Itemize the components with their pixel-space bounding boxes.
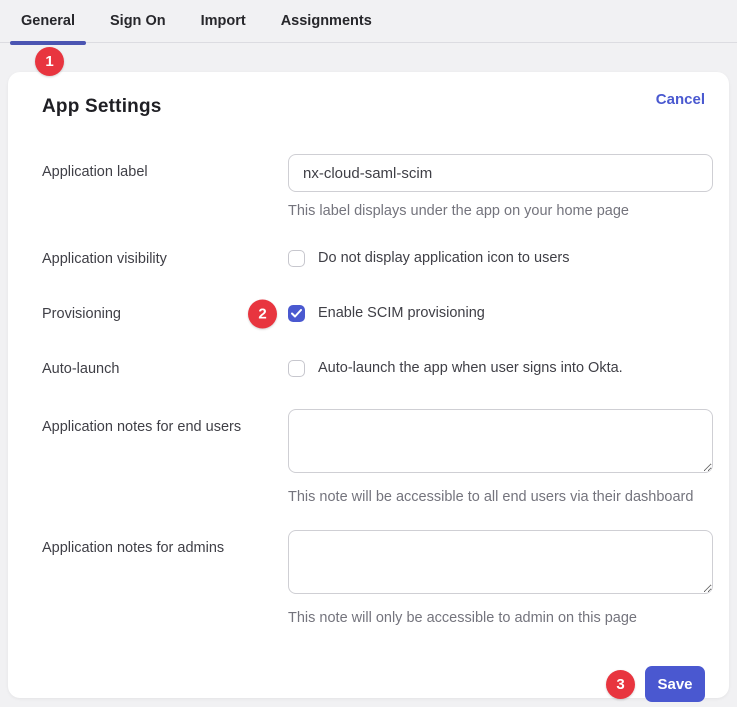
save-row: 3 Save (34, 666, 705, 702)
application-label-label: Application label (42, 154, 288, 181)
app-settings-card: App Settings Cancel Application label Th… (8, 72, 729, 698)
row-application-label: Application label This label displays un… (34, 154, 705, 220)
annotation-badge-3: 3 (606, 670, 635, 699)
row-application-visibility: Application visibility Do not display ap… (34, 250, 705, 268)
save-button[interactable]: Save (645, 666, 705, 702)
auto-launch-label: Auto-launch (42, 360, 288, 378)
notes-end-users-helper: This note will be accessible to all end … (288, 488, 713, 506)
row-auto-launch: Auto-launch Auto-launch the app when use… (34, 360, 705, 378)
tab-sign-on[interactable]: Sign On (99, 0, 177, 43)
visibility-checkbox[interactable] (288, 250, 305, 267)
page-title: App Settings (42, 96, 162, 118)
provisioning-option-label: Enable SCIM provisioning (318, 305, 485, 322)
notes-end-users-label: Application notes for end users (42, 409, 288, 436)
notes-admins-label: Application notes for admins (42, 530, 288, 557)
tab-import[interactable]: Import (190, 0, 257, 43)
cancel-link[interactable]: Cancel (656, 91, 705, 108)
tab-bar: General Sign On Import Assignments (0, 0, 737, 43)
provisioning-checkbox[interactable] (288, 305, 305, 322)
tab-general[interactable]: General (10, 0, 86, 43)
notes-admins-helper: This note will only be accessible to adm… (288, 609, 713, 627)
notes-end-users-textarea[interactable] (288, 409, 713, 473)
row-notes-end-users: Application notes for end users This not… (34, 409, 705, 506)
application-label-input[interactable] (288, 154, 713, 192)
annotation-badge-2: 2 (248, 299, 277, 328)
checkmark-icon (291, 309, 302, 318)
auto-launch-option-label: Auto-launch the app when user signs into… (318, 360, 623, 377)
card-header: App Settings Cancel (34, 96, 705, 118)
auto-launch-checkbox[interactable] (288, 360, 305, 377)
notes-admins-textarea[interactable] (288, 530, 713, 594)
application-visibility-label: Application visibility (42, 250, 288, 268)
row-notes-admins: Application notes for admins This note w… (34, 530, 705, 627)
visibility-option-label: Do not display application icon to users (318, 250, 569, 267)
application-label-helper: This label displays under the app on you… (288, 202, 713, 220)
annotation-badge-1: 1 (35, 47, 64, 76)
row-provisioning: Provisioning 2 Enable SCIM provisioning (34, 305, 705, 323)
tab-assignments[interactable]: Assignments (270, 0, 383, 43)
